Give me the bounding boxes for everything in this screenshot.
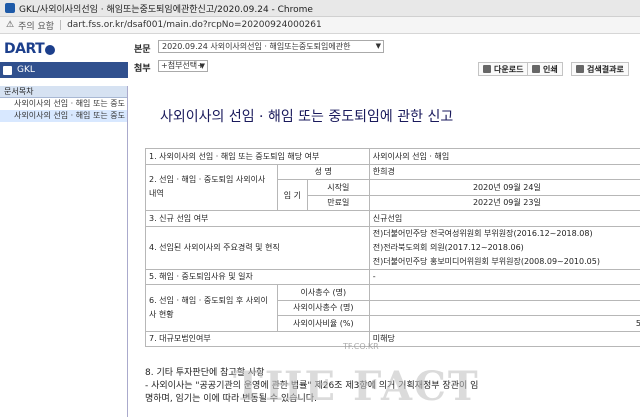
page-favicon-icon (5, 3, 15, 13)
chevron-down-icon: ▼ (375, 42, 381, 50)
table-row: 7. 대규모법인여부 미해당 (145, 330, 640, 347)
toc-heading: 문서목차 (0, 86, 127, 98)
row2-start-value: 2020년 09월 24일 (368, 179, 640, 196)
row3-label: 3. 신규 선임 여부 (145, 210, 370, 227)
row3-value: 신규선임 (368, 210, 640, 227)
toc-item-selected[interactable]: 사외이사의 선임 · 해임 또는 중도 (0, 110, 127, 122)
print-button[interactable]: 인쇄 (527, 62, 563, 76)
document-title: 사외이사의 선임 · 해임 또는 중도퇴임에 관한 신고 (160, 109, 454, 125)
row2-name-label: 성 명 (276, 163, 370, 180)
download-button[interactable]: 다운로드 (478, 62, 529, 76)
address-divider (60, 20, 62, 30)
watermark: THE FACT (233, 363, 480, 410)
window-title: GKL/사외이사의선임 · 해임또는중도퇴임에관한신고/2020.09.24 -… (19, 4, 313, 15)
dart-logo[interactable]: DART (4, 41, 64, 57)
search-results-button[interactable]: 검색결과로 (571, 62, 629, 76)
row6-directors-value (368, 284, 640, 301)
row2-end-label: 만료일 (306, 194, 370, 211)
table-row: 2. 선임 · 해임 · 중도퇴임 사외이사 내역 성 명 한희경 (145, 163, 640, 211)
attach-select[interactable]: +첨부선택+ ▼ (158, 60, 208, 72)
row5-value: - (368, 268, 640, 285)
window-titlebar: GKL/사외이사의선임 · 해임또는중도퇴임에관한신고/2020.09.24 -… (0, 0, 640, 17)
row6-outside-label: 사외이사총수 (명) (276, 299, 370, 316)
row6-ratio-label: 사외이사비율 (%) (276, 315, 370, 332)
chevron-down-icon: ▼ (199, 62, 205, 70)
url-text[interactable]: dart.fss.or.kr/dsaf001/main.do?rcpNo=202… (67, 20, 322, 30)
row2-term-label: 임 기 (276, 179, 308, 211)
career-line: 전)더불어민주당 홍보미디어위원회 부위원장(2008.09~2010.05) (372, 256, 600, 266)
watermark-small: TF.CO.KR (343, 342, 379, 351)
row1-value: 사외이사의 선임 · 해임 (368, 148, 640, 165)
company-icon (3, 65, 12, 75)
dart-header: DART GKL 본문 2020.09.24 사외이사의선임 · 해임또는중도퇴… (0, 34, 640, 78)
sidebar-toc: 문서목차 사외이사의 선임 · 해임 또는 중도 사외이사의 선임 · 해임 또… (0, 86, 128, 417)
row6-ratio-value: 5 (368, 315, 640, 332)
row7-value: 미해당 (368, 330, 640, 347)
table-row: 1. 사외이사의 선임 · 해임 또는 중도퇴임 해당 여부 사외이사의 선임 … (145, 148, 640, 165)
table-row: 3. 신규 선임 여부 신규선임 (145, 210, 640, 227)
row2-start-label: 시작일 (306, 179, 370, 196)
row6-label: 6. 선임 · 해임 · 중도퇴임 후 사외이사 현황 (145, 284, 278, 332)
table-row: 6. 선임 · 해임 · 중도퇴임 후 사외이사 현황 이사총수 (명) (145, 284, 640, 332)
company-bar: GKL (0, 62, 128, 78)
printer-icon (532, 65, 540, 73)
career-line: 전)전라북도의회 의원(2017.12~2018.06) (372, 242, 524, 252)
row5-label: 5. 해임 · 중도퇴임사유 및 일자 (145, 268, 370, 285)
warning-icon[interactable]: ⚠ (6, 20, 14, 30)
row4-value: 전)더불어민주당 전국여성위원회 부위원장(2016.12~2018.08) 전… (368, 225, 640, 270)
row6-directors-label: 이사총수 (명) (276, 284, 370, 301)
attach-select-label: 첨부 (134, 64, 151, 74)
row2-name-value: 한희경 (368, 163, 640, 180)
logo-circle-icon (45, 44, 56, 55)
table-row: 5. 해임 · 중도퇴임사유 및 일자 - (145, 268, 640, 285)
disk-icon (483, 65, 491, 73)
search-icon (576, 65, 584, 73)
security-warning-label[interactable]: 주의 요함 (18, 19, 54, 32)
doc-select[interactable]: 2020.09.24 사외이사의선임 · 해임또는중도퇴임에관한 ▼ (158, 40, 384, 53)
doc-select-value: 2020.09.24 사외이사의선임 · 해임또는중도퇴임에관한 (162, 42, 351, 51)
row7-label: 7. 대규모법인여부 (145, 330, 370, 347)
row2-end-value: 2022년 09월 23일 (368, 194, 640, 211)
attach-select-value: +첨부선택+ (161, 61, 204, 70)
career-line: 전)더불어민주당 전국여성위원회 부위원장(2016.12~2018.08) (372, 228, 593, 238)
row2-label: 2. 선임 · 해임 · 중도퇴임 사외이사 내역 (145, 163, 278, 211)
company-name: GKL (17, 65, 35, 75)
row6-outside-value (368, 299, 640, 316)
report-table: 1. 사외이사의 선임 · 해임 또는 중도퇴임 해당 여부 사외이사의 선임 … (145, 148, 640, 347)
address-bar[interactable]: ⚠ 주의 요함 dart.fss.or.kr/dsaf001/main.do?r… (0, 17, 640, 34)
toc-item[interactable]: 사외이사의 선임 · 해임 또는 중도 (0, 98, 127, 110)
row1-label: 1. 사외이사의 선임 · 해임 또는 중도퇴임 해당 여부 (145, 148, 370, 165)
table-row: 4. 선임된 사외이사의 주요경력 및 현직 전)더불어민주당 전국여성위원회 … (145, 225, 640, 270)
row4-label: 4. 선임된 사외이사의 주요경력 및 현직 (145, 225, 370, 270)
doc-select-label: 본문 (134, 45, 151, 55)
